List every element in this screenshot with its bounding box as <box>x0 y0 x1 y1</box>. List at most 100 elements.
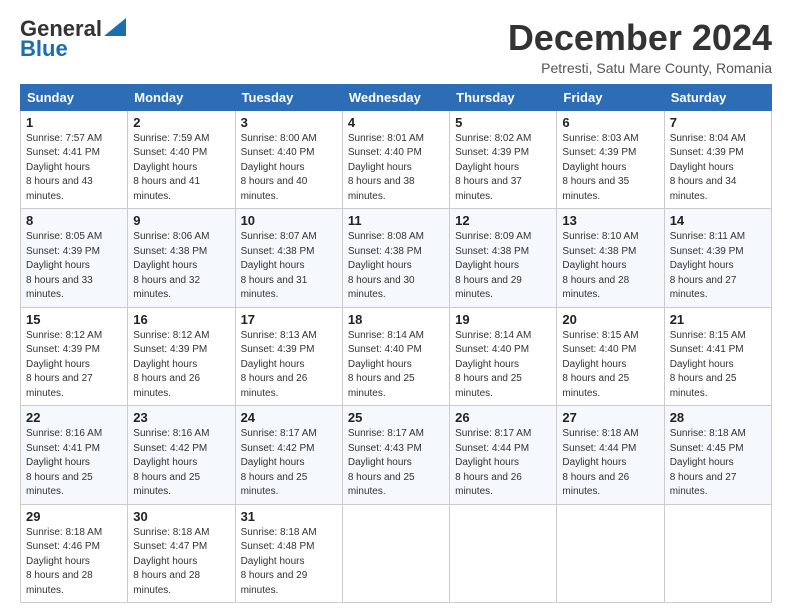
calendar-cell <box>342 504 449 603</box>
logo-icon <box>104 18 126 36</box>
location-subtitle: Petresti, Satu Mare County, Romania <box>508 60 772 76</box>
calendar-cell: 2 Sunrise: 7:59 AMSunset: 4:40 PMDayligh… <box>128 110 235 209</box>
calendar-cell: 11 Sunrise: 8:08 AMSunset: 4:38 PMDaylig… <box>342 209 449 308</box>
day-info: Sunrise: 8:18 AMSunset: 4:46 PMDaylight … <box>26 527 102 596</box>
day-number: 8 <box>26 213 122 228</box>
day-number: 1 <box>26 115 122 130</box>
day-number: 25 <box>348 410 444 425</box>
calendar-cell: 15 Sunrise: 8:12 AMSunset: 4:39 PMDaylig… <box>21 307 128 406</box>
day-number: 22 <box>26 410 122 425</box>
day-number: 3 <box>241 115 337 130</box>
day-number: 2 <box>133 115 229 130</box>
day-number: 10 <box>241 213 337 228</box>
day-info: Sunrise: 8:07 AMSunset: 4:38 PMDaylight … <box>241 231 317 300</box>
calendar-cell: 10 Sunrise: 8:07 AMSunset: 4:38 PMDaylig… <box>235 209 342 308</box>
day-info: Sunrise: 8:13 AMSunset: 4:39 PMDaylight … <box>241 330 317 399</box>
day-number: 7 <box>670 115 766 130</box>
day-info: Sunrise: 8:15 AMSunset: 4:40 PMDaylight … <box>562 330 638 399</box>
weekday-header-friday: Friday <box>557 84 664 110</box>
logo: General Blue <box>20 18 126 60</box>
day-info: Sunrise: 7:59 AMSunset: 4:40 PMDaylight … <box>133 133 209 202</box>
day-info: Sunrise: 8:18 AMSunset: 4:44 PMDaylight … <box>562 428 638 497</box>
calendar-cell <box>557 504 664 603</box>
logo-blue: Blue <box>20 38 68 60</box>
calendar-table: SundayMondayTuesdayWednesdayThursdayFrid… <box>20 84 772 604</box>
calendar-cell <box>664 504 771 603</box>
day-number: 19 <box>455 312 551 327</box>
weekday-header-thursday: Thursday <box>450 84 557 110</box>
day-info: Sunrise: 8:09 AMSunset: 4:38 PMDaylight … <box>455 231 531 300</box>
day-info: Sunrise: 8:06 AMSunset: 4:38 PMDaylight … <box>133 231 209 300</box>
day-info: Sunrise: 8:05 AMSunset: 4:39 PMDaylight … <box>26 231 102 300</box>
calendar-cell: 27 Sunrise: 8:18 AMSunset: 4:44 PMDaylig… <box>557 406 664 505</box>
day-info: Sunrise: 8:18 AMSunset: 4:48 PMDaylight … <box>241 527 317 596</box>
day-info: Sunrise: 8:18 AMSunset: 4:47 PMDaylight … <box>133 527 209 596</box>
title-block: December 2024 Petresti, Satu Mare County… <box>508 18 772 76</box>
day-number: 11 <box>348 213 444 228</box>
calendar-cell: 23 Sunrise: 8:16 AMSunset: 4:42 PMDaylig… <box>128 406 235 505</box>
day-info: Sunrise: 8:16 AMSunset: 4:41 PMDaylight … <box>26 428 102 497</box>
day-number: 30 <box>133 509 229 524</box>
day-number: 4 <box>348 115 444 130</box>
calendar-cell: 20 Sunrise: 8:15 AMSunset: 4:40 PMDaylig… <box>557 307 664 406</box>
day-info: Sunrise: 8:00 AMSunset: 4:40 PMDaylight … <box>241 133 317 202</box>
day-number: 24 <box>241 410 337 425</box>
calendar-cell: 28 Sunrise: 8:18 AMSunset: 4:45 PMDaylig… <box>664 406 771 505</box>
day-info: Sunrise: 8:11 AMSunset: 4:39 PMDaylight … <box>670 231 745 300</box>
day-info: Sunrise: 8:10 AMSunset: 4:38 PMDaylight … <box>562 231 638 300</box>
day-number: 31 <box>241 509 337 524</box>
weekday-header-saturday: Saturday <box>664 84 771 110</box>
calendar-week-1: 1 Sunrise: 7:57 AMSunset: 4:41 PMDayligh… <box>21 110 772 209</box>
day-info: Sunrise: 8:01 AMSunset: 4:40 PMDaylight … <box>348 133 424 202</box>
day-info: Sunrise: 8:04 AMSunset: 4:39 PMDaylight … <box>670 133 746 202</box>
day-info: Sunrise: 8:12 AMSunset: 4:39 PMDaylight … <box>26 330 102 399</box>
day-number: 17 <box>241 312 337 327</box>
day-number: 28 <box>670 410 766 425</box>
calendar-week-3: 15 Sunrise: 8:12 AMSunset: 4:39 PMDaylig… <box>21 307 772 406</box>
calendar-cell: 19 Sunrise: 8:14 AMSunset: 4:40 PMDaylig… <box>450 307 557 406</box>
day-number: 21 <box>670 312 766 327</box>
day-number: 27 <box>562 410 658 425</box>
day-number: 9 <box>133 213 229 228</box>
day-number: 23 <box>133 410 229 425</box>
calendar-cell: 18 Sunrise: 8:14 AMSunset: 4:40 PMDaylig… <box>342 307 449 406</box>
day-number: 15 <box>26 312 122 327</box>
calendar-cell <box>450 504 557 603</box>
calendar-cell: 9 Sunrise: 8:06 AMSunset: 4:38 PMDayligh… <box>128 209 235 308</box>
calendar-cell: 25 Sunrise: 8:17 AMSunset: 4:43 PMDaylig… <box>342 406 449 505</box>
calendar-cell: 6 Sunrise: 8:03 AMSunset: 4:39 PMDayligh… <box>557 110 664 209</box>
calendar-week-5: 29 Sunrise: 8:18 AMSunset: 4:46 PMDaylig… <box>21 504 772 603</box>
day-info: Sunrise: 8:12 AMSunset: 4:39 PMDaylight … <box>133 330 209 399</box>
calendar-cell: 4 Sunrise: 8:01 AMSunset: 4:40 PMDayligh… <box>342 110 449 209</box>
day-number: 26 <box>455 410 551 425</box>
day-info: Sunrise: 8:17 AMSunset: 4:43 PMDaylight … <box>348 428 424 497</box>
day-info: Sunrise: 8:14 AMSunset: 4:40 PMDaylight … <box>348 330 424 399</box>
day-info: Sunrise: 8:08 AMSunset: 4:38 PMDaylight … <box>348 231 424 300</box>
calendar-week-4: 22 Sunrise: 8:16 AMSunset: 4:41 PMDaylig… <box>21 406 772 505</box>
calendar-cell: 21 Sunrise: 8:15 AMSunset: 4:41 PMDaylig… <box>664 307 771 406</box>
calendar-cell: 17 Sunrise: 8:13 AMSunset: 4:39 PMDaylig… <box>235 307 342 406</box>
day-info: Sunrise: 7:57 AMSunset: 4:41 PMDaylight … <box>26 133 102 202</box>
day-number: 6 <box>562 115 658 130</box>
day-number: 14 <box>670 213 766 228</box>
day-number: 16 <box>133 312 229 327</box>
calendar-cell: 14 Sunrise: 8:11 AMSunset: 4:39 PMDaylig… <box>664 209 771 308</box>
calendar-cell: 30 Sunrise: 8:18 AMSunset: 4:47 PMDaylig… <box>128 504 235 603</box>
day-info: Sunrise: 8:18 AMSunset: 4:45 PMDaylight … <box>670 428 746 497</box>
calendar-cell: 5 Sunrise: 8:02 AMSunset: 4:39 PMDayligh… <box>450 110 557 209</box>
day-info: Sunrise: 8:02 AMSunset: 4:39 PMDaylight … <box>455 133 531 202</box>
page: General Blue December 2024 Petresti, Sat… <box>0 0 792 613</box>
calendar-cell: 1 Sunrise: 7:57 AMSunset: 4:41 PMDayligh… <box>21 110 128 209</box>
day-number: 5 <box>455 115 551 130</box>
calendar-cell: 8 Sunrise: 8:05 AMSunset: 4:39 PMDayligh… <box>21 209 128 308</box>
calendar-cell: 13 Sunrise: 8:10 AMSunset: 4:38 PMDaylig… <box>557 209 664 308</box>
calendar-cell: 7 Sunrise: 8:04 AMSunset: 4:39 PMDayligh… <box>664 110 771 209</box>
calendar-cell: 26 Sunrise: 8:17 AMSunset: 4:44 PMDaylig… <box>450 406 557 505</box>
day-info: Sunrise: 8:15 AMSunset: 4:41 PMDaylight … <box>670 330 746 399</box>
calendar-cell: 12 Sunrise: 8:09 AMSunset: 4:38 PMDaylig… <box>450 209 557 308</box>
calendar-cell: 31 Sunrise: 8:18 AMSunset: 4:48 PMDaylig… <box>235 504 342 603</box>
day-number: 18 <box>348 312 444 327</box>
weekday-header-monday: Monday <box>128 84 235 110</box>
calendar-cell: 16 Sunrise: 8:12 AMSunset: 4:39 PMDaylig… <box>128 307 235 406</box>
day-info: Sunrise: 8:14 AMSunset: 4:40 PMDaylight … <box>455 330 531 399</box>
